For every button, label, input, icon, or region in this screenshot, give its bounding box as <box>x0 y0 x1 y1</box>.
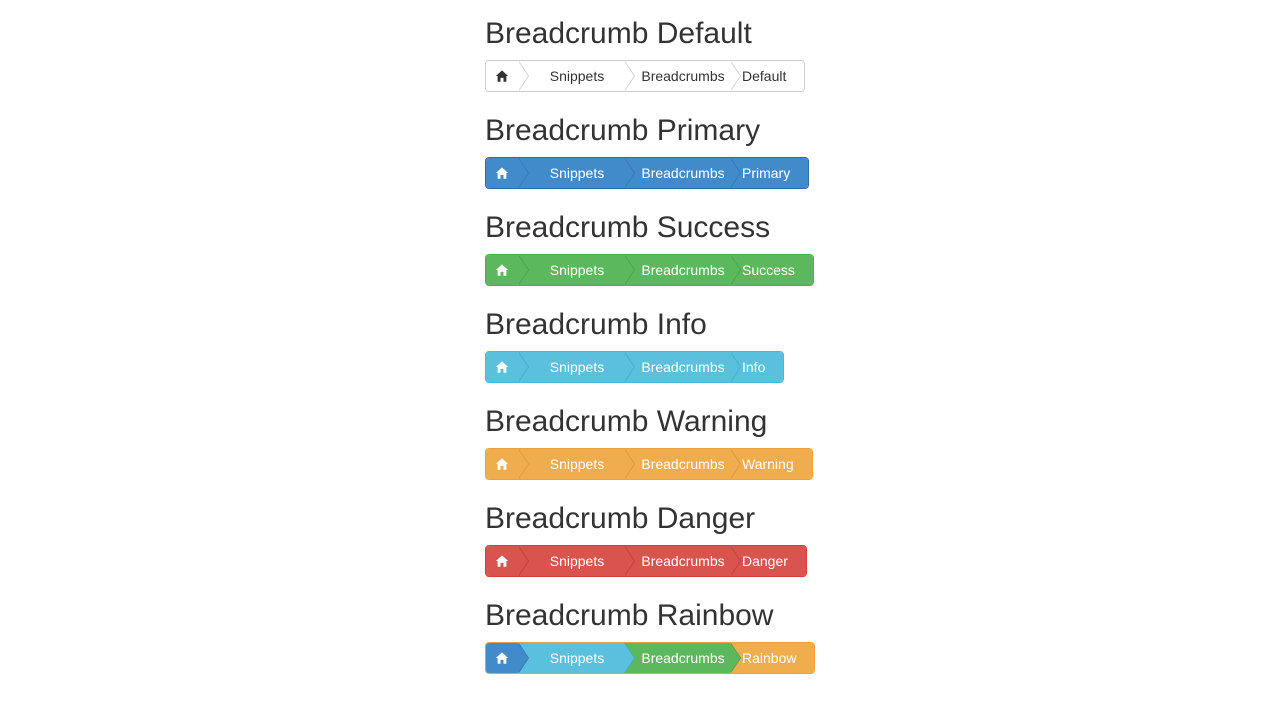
breadcrumb-home[interactable] <box>486 255 529 285</box>
breadcrumb-home[interactable] <box>486 449 529 479</box>
breadcrumb-item-snippets[interactable]: Snippets <box>518 449 635 479</box>
breadcrumb: Snippets Breadcrumbs Primary <box>485 157 810 189</box>
breadcrumb-item-breadcrumbs[interactable]: Breadcrumbs <box>624 352 741 382</box>
breadcrumb: Snippets Breadcrumbs Rainbow <box>485 642 816 674</box>
breadcrumb-item-breadcrumbs[interactable]: Breadcrumbs <box>624 449 741 479</box>
section-title: Breadcrumb Primary <box>485 114 761 147</box>
section-title: Breadcrumb Warning <box>485 405 768 438</box>
section-primary: Breadcrumb Primary Snippets Breadcrumbs … <box>485 97 885 194</box>
breadcrumb-item-breadcrumbs[interactable]: Breadcrumbs <box>624 61 741 91</box>
section-title: Breadcrumb Rainbow <box>485 599 774 632</box>
breadcrumb-item-snippets[interactable]: Snippets <box>518 546 635 576</box>
breadcrumb-item-snippets[interactable]: Snippets <box>518 352 635 382</box>
breadcrumb-item-current[interactable]: Primary <box>730 158 809 188</box>
breadcrumb-item-snippets[interactable]: Snippets <box>518 643 635 673</box>
section-success: Breadcrumb Success Snippets Breadcrumbs … <box>485 194 885 291</box>
breadcrumb-item-current[interactable]: Warning <box>730 449 812 479</box>
section-warning: Breadcrumb Warning Snippets Breadcrumbs … <box>485 388 885 485</box>
breadcrumb: Snippets Breadcrumbs Info <box>485 351 785 383</box>
home-icon <box>495 555 509 567</box>
breadcrumb: Snippets Breadcrumbs Success <box>485 254 814 286</box>
home-icon <box>495 264 509 276</box>
home-icon <box>495 458 509 470</box>
breadcrumb-showcase: Breadcrumb Default Snippets Breadcrumbs … <box>485 0 885 679</box>
breadcrumb-item-breadcrumbs[interactable]: Breadcrumbs <box>624 546 741 576</box>
breadcrumb-home[interactable] <box>486 61 529 91</box>
breadcrumb-item-current[interactable]: Default <box>730 61 805 91</box>
section-danger: Breadcrumb Danger Snippets Breadcrumbs D… <box>485 485 885 582</box>
home-icon <box>495 70 509 82</box>
breadcrumb-item-current[interactable]: Danger <box>730 546 806 576</box>
section-info: Breadcrumb Info Snippets Breadcrumbs Inf… <box>485 291 885 388</box>
breadcrumb-home[interactable] <box>486 643 529 673</box>
breadcrumb-item-snippets[interactable]: Snippets <box>518 61 635 91</box>
breadcrumb-item-breadcrumbs[interactable]: Breadcrumbs <box>624 255 741 285</box>
breadcrumb-item-current[interactable]: Rainbow <box>730 643 815 673</box>
section-default: Breadcrumb Default Snippets Breadcrumbs … <box>485 0 885 97</box>
breadcrumb-home[interactable] <box>486 158 529 188</box>
section-rainbow: Breadcrumb Rainbow Snippets Breadcrumbs … <box>485 582 885 679</box>
section-title: Breadcrumb Info <box>485 308 707 341</box>
breadcrumb-home[interactable] <box>486 352 529 382</box>
home-icon <box>495 167 509 179</box>
breadcrumb-item-current[interactable]: Success <box>730 255 813 285</box>
breadcrumb-item-breadcrumbs[interactable]: Breadcrumbs <box>624 158 741 188</box>
breadcrumb: Snippets Breadcrumbs Default <box>485 60 806 92</box>
home-icon <box>495 652 509 664</box>
section-title: Breadcrumb Success <box>485 211 771 244</box>
breadcrumb-home[interactable] <box>486 546 529 576</box>
breadcrumb-item-snippets[interactable]: Snippets <box>518 255 635 285</box>
breadcrumb-item-snippets[interactable]: Snippets <box>518 158 635 188</box>
breadcrumb: Snippets Breadcrumbs Danger <box>485 545 807 577</box>
section-title: Breadcrumb Default <box>485 17 752 50</box>
home-icon <box>495 361 509 373</box>
breadcrumb: Snippets Breadcrumbs Warning <box>485 448 813 480</box>
breadcrumb-item-breadcrumbs[interactable]: Breadcrumbs <box>624 643 741 673</box>
section-title: Breadcrumb Danger <box>485 502 756 535</box>
